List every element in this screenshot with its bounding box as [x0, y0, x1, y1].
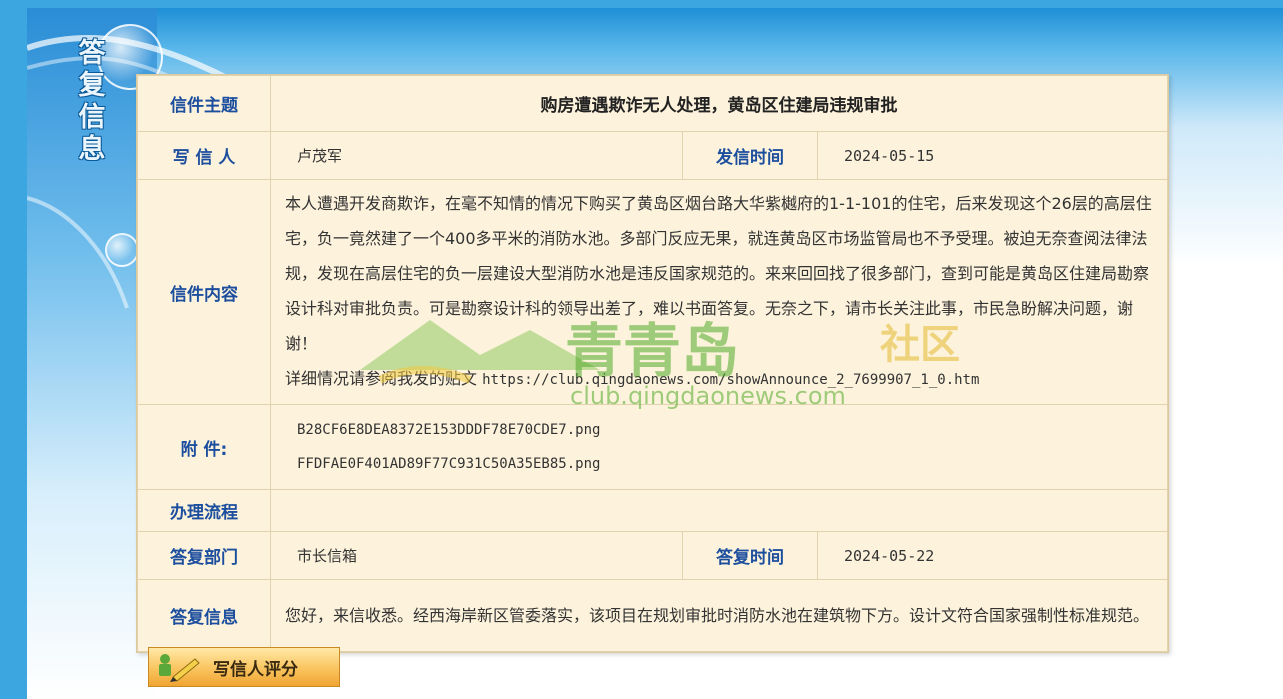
content-cell: 本人遭遇开发商欺诈，在毫不知情的情况下购买了黄岛区烟台路大华紫樾府的1-1-10… — [270, 179, 1168, 405]
subject-row: 信件主题 购房遭遇欺诈无人处理，黄岛区住建局违规审批 — [137, 75, 1168, 132]
pencil-icon — [159, 654, 200, 682]
attachment-label: 附 件: — [137, 404, 271, 490]
attachment-list: B28CF6E8DEA8372E153DDDF78E70CDE7.png FFD… — [270, 404, 1168, 490]
content-link[interactable]: https://club.qingdaonews.com/showAnnounc… — [482, 372, 979, 388]
letter-table: 信件主题 购房遭遇欺诈无人处理，黄岛区住建局违规审批 写 信 人 卢茂军 发信时… — [137, 75, 1168, 652]
writer-rating-label: 写信人评分 — [213, 659, 298, 680]
attachment-link[interactable]: FFDFAE0F401AD89F77C931C50A35EB85.png — [297, 447, 1147, 481]
process-label: 办理流程 — [137, 489, 271, 532]
sent-time-label: 发信时间 — [682, 131, 818, 180]
reply-label: 答复信息 — [137, 579, 271, 652]
attachment-row: 附 件: B28CF6E8DEA8372E153DDDF78E70CDE7.pn… — [137, 404, 1168, 490]
content-row: 信件内容 本人遭遇开发商欺诈，在毫不知情的情况下购买了黄岛区烟台路大华紫樾府的1… — [137, 179, 1168, 405]
bubble-decoration — [105, 233, 139, 267]
process-row: 办理流程 — [137, 489, 1168, 532]
reply-dept-value: 市长信箱 — [270, 531, 683, 580]
process-value — [270, 489, 1168, 532]
content-text: 本人遭遇开发商欺诈，在毫不知情的情况下购买了黄岛区烟台路大华紫樾府的1-1-10… — [285, 194, 1152, 353]
writer-value: 卢茂军 — [270, 131, 683, 180]
sent-time-value: 2024-05-15 — [817, 131, 1168, 180]
content-link-prefix: 详细情况请参阅我发的贴文 — [285, 369, 478, 388]
reply-dept-label: 答复部门 — [137, 531, 271, 580]
subject-value: 购房遭遇欺诈无人处理，黄岛区住建局违规审批 — [270, 75, 1168, 132]
writer-row: 写 信 人 卢茂军 发信时间 2024-05-15 — [137, 131, 1168, 180]
letter-panel: 信件主题 购房遭遇欺诈无人处理，黄岛区住建局违规审批 写 信 人 卢茂军 发信时… — [136, 74, 1169, 653]
writer-label: 写 信 人 — [137, 131, 271, 180]
reply-row: 答复信息 您好，来信收悉。经西海岸新区管委落实，该项目在规划审批时消防水池在建筑… — [137, 579, 1168, 652]
attachment-link[interactable]: B28CF6E8DEA8372E153DDDF78E70CDE7.png — [297, 413, 1147, 447]
writer-rating-button[interactable]: 写信人评分 — [148, 647, 340, 687]
reply-time-value: 2024-05-22 — [817, 531, 1168, 580]
content-label: 信件内容 — [137, 179, 271, 405]
reply-time-label: 答复时间 — [682, 531, 818, 580]
subject-label: 信件主题 — [137, 75, 271, 132]
reply-dept-row: 答复部门 市长信箱 答复时间 2024-05-22 — [137, 531, 1168, 580]
reply-value: 您好，来信收悉。经西海岸新区管委落实，该项目在规划审批时消防水池在建筑物下方。设… — [270, 579, 1168, 652]
sidebar-title: 答复信息 — [78, 38, 106, 165]
